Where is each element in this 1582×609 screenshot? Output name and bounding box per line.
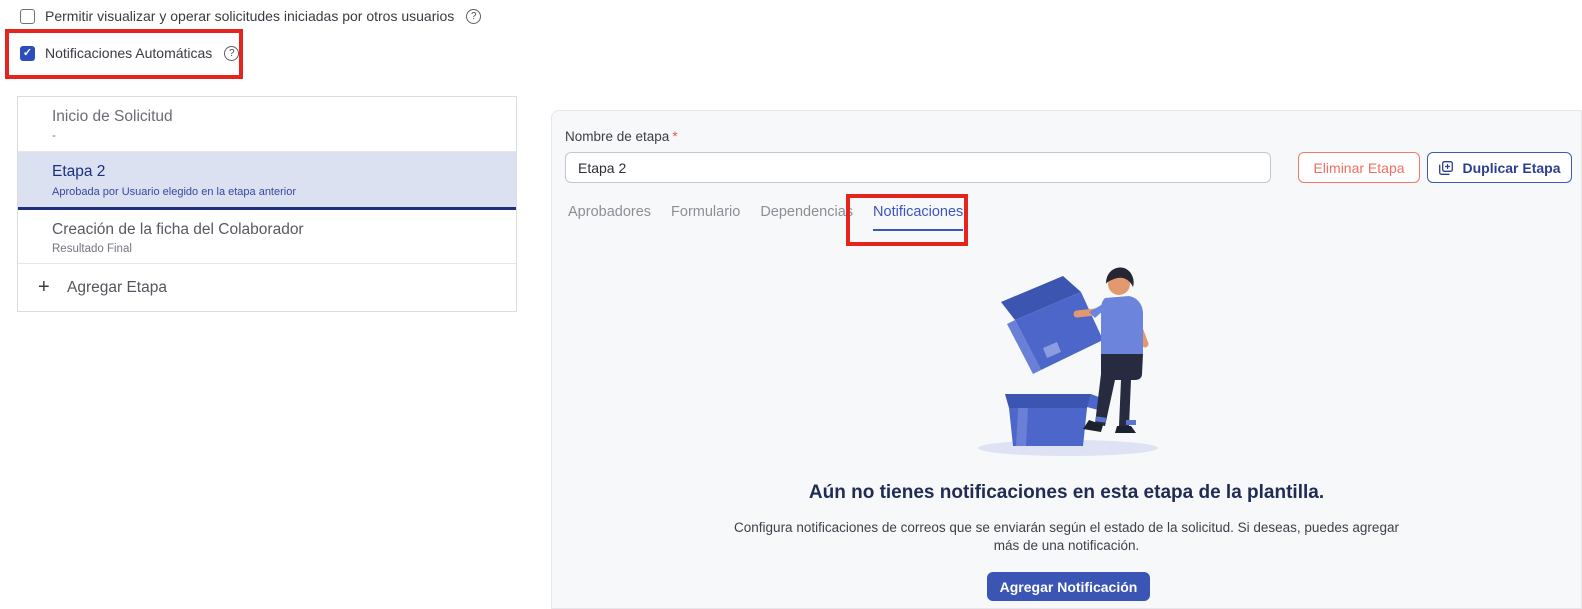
allow-view-operate-checkbox[interactable] — [20, 9, 35, 24]
required-asterisk: * — [672, 129, 677, 144]
tab-notificaciones[interactable]: Notificaciones — [873, 204, 963, 231]
stage-list: Inicio de Solicitud - Etapa 2 Aprobada p… — [17, 96, 517, 312]
add-notification-button[interactable]: Agregar Notificación — [987, 572, 1150, 601]
duplicate-stage-button[interactable]: Duplicar Etapa — [1427, 152, 1572, 183]
help-icon[interactable]: ? — [466, 9, 481, 24]
allow-view-operate-row: Permitir visualizar y operar solicitudes… — [20, 8, 481, 24]
add-stage-label: Agregar Etapa — [67, 279, 167, 297]
empty-state-description-line2: más de una notificación. — [551, 538, 1582, 553]
empty-state-description-line1: Configura notificaciones de correos que … — [551, 520, 1582, 535]
auto-notifications-checkbox[interactable]: ✓ — [20, 46, 35, 61]
stage-title: Etapa 2 — [52, 163, 500, 181]
stage-tabs: Aprobadores Formulario Dependencias Noti… — [568, 204, 963, 231]
stage-title: Creación de la ficha del Colaborador — [52, 221, 500, 239]
help-icon[interactable]: ? — [224, 46, 239, 61]
stage-item-creacion-ficha[interactable]: Creación de la ficha del Colaborador Res… — [18, 210, 516, 264]
delete-stage-button[interactable]: Eliminar Etapa — [1298, 152, 1420, 183]
empty-state-illustration — [943, 262, 1193, 467]
stage-subtitle: - — [52, 130, 500, 142]
tab-aprobadores[interactable]: Aprobadores — [568, 204, 651, 231]
duplicate-icon — [1438, 160, 1454, 176]
allow-view-operate-label: Permitir visualizar y operar solicitudes… — [45, 8, 454, 24]
stage-name-label-text: Nombre de etapa — [565, 129, 669, 144]
stage-name-label: Nombre de etapa* — [565, 129, 678, 144]
stage-subtitle: Resultado Final — [52, 243, 500, 255]
auto-notifications-label: Notificaciones Automáticas — [45, 45, 212, 61]
tab-dependencias[interactable]: Dependencias — [760, 204, 853, 231]
stage-title: Inicio de Solicitud — [52, 108, 500, 126]
tab-formulario[interactable]: Formulario — [671, 204, 740, 231]
empty-state-title: Aún no tienes notificaciones en esta eta… — [551, 482, 1582, 504]
stage-name-input[interactable] — [565, 152, 1271, 183]
add-stage-button[interactable]: + Agregar Etapa — [18, 264, 516, 311]
stage-subtitle: Aprobada por Usuario elegido en la etapa… — [52, 186, 500, 198]
duplicate-stage-label: Duplicar Etapa — [1462, 160, 1560, 176]
plus-icon: + — [38, 276, 52, 299]
auto-notifications-row: ✓ Notificaciones Automáticas ? — [20, 45, 239, 61]
stage-item-etapa-2[interactable]: Etapa 2 Aprobada por Usuario elegido en … — [18, 152, 516, 210]
stage-item-inicio[interactable]: Inicio de Solicitud - — [18, 97, 516, 152]
